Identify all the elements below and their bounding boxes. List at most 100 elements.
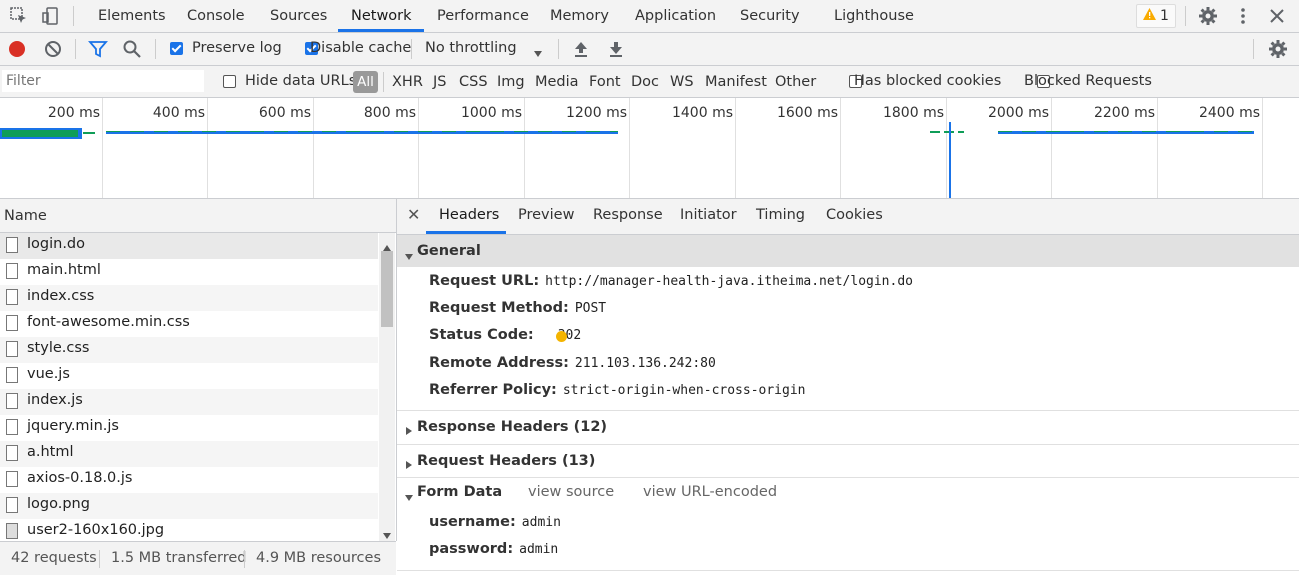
timeline-overview[interactable]: 200 ms 400 ms 600 ms 800 ms 1000 ms 1200…: [0, 98, 1299, 199]
request-row[interactable]: index.css: [0, 285, 378, 311]
timeline-tick-label: 800 ms: [363, 105, 416, 121]
record-icon[interactable]: [9, 41, 25, 57]
request-row[interactable]: axios-0.18.0.js: [0, 467, 378, 493]
resources-size: 4.9 MB resources: [256, 550, 382, 566]
request-row[interactable]: vue.js: [0, 363, 378, 389]
filter-doc[interactable]: Doc: [631, 74, 659, 90]
tab-sources[interactable]: Sources: [270, 0, 327, 32]
preserve-log-label: Preserve log: [192, 40, 282, 56]
filter-all-button[interactable]: All: [353, 71, 378, 93]
tab-console[interactable]: Console: [187, 0, 245, 32]
details-tab-timing[interactable]: Timing: [756, 207, 805, 223]
status-dot-icon: [556, 331, 567, 342]
filter-other[interactable]: Other: [775, 74, 816, 90]
warning-count: 1: [1160, 8, 1169, 24]
filter-icon[interactable]: [88, 39, 108, 59]
divider: [73, 6, 74, 26]
preserve-log-checkbox[interactable]: [170, 42, 183, 55]
timeline-request-bar: [2, 130, 78, 137]
form-data-section-header[interactable]: Form Data view source view URL-encoded: [397, 478, 1299, 508]
network-toolbar: Preserve log Disable cache No throttling: [0, 33, 1299, 66]
filter-js[interactable]: JS: [433, 74, 446, 90]
general-section-header[interactable]: General: [397, 235, 1299, 267]
tab-elements[interactable]: Elements: [98, 0, 166, 32]
document-file-icon: [6, 419, 18, 435]
request-headers-section-header[interactable]: Request Headers (13): [397, 445, 1299, 477]
divider: [155, 39, 156, 59]
tab-performance[interactable]: Performance: [437, 0, 529, 32]
tab-application[interactable]: Application: [635, 0, 716, 32]
dropdown-arrow-icon[interactable]: [534, 45, 542, 61]
request-url-row: Request URL: http://manager-health-java.i…: [429, 273, 913, 289]
tab-network[interactable]: Network: [351, 0, 412, 32]
general-section-title: General: [417, 243, 481, 259]
details-tab-headers[interactable]: Headers: [439, 207, 499, 223]
divider: [1185, 6, 1186, 26]
inspect-element-icon[interactable]: [9, 6, 29, 26]
details-tab-response[interactable]: Response: [593, 207, 663, 223]
request-method-row: Request Method: POST: [429, 300, 606, 316]
timeline-tick-label: 2400 ms: [1198, 105, 1260, 121]
active-tab-indicator: [338, 29, 424, 32]
tab-lighthouse[interactable]: Lighthouse: [834, 0, 914, 32]
remote-address-label: Remote Address:: [429, 355, 569, 371]
request-row[interactable]: index.js: [0, 389, 378, 415]
details-tab-bar: ✕ Headers Preview Response Initiator Tim…: [397, 199, 1299, 235]
filter-font[interactable]: Font: [589, 74, 621, 90]
export-har-icon[interactable]: [607, 39, 625, 59]
throttling-select[interactable]: No throttling: [425, 40, 517, 56]
request-row[interactable]: logo.png: [0, 493, 378, 519]
name-column-header[interactable]: Name: [0, 199, 396, 233]
filter-input[interactable]: [2, 70, 204, 92]
timeline-request-bar: [83, 132, 95, 134]
timeline-dom-marker: [949, 122, 951, 198]
request-row[interactable]: login.do: [0, 233, 378, 259]
scrollbar-thumb[interactable]: [381, 251, 393, 327]
request-name: login.do: [27, 236, 86, 252]
divider: [1253, 39, 1254, 59]
response-headers-section-header[interactable]: Response Headers (12): [397, 411, 1299, 444]
settings-gear-icon[interactable]: [1198, 6, 1218, 26]
search-icon[interactable]: [122, 39, 142, 59]
request-row[interactable]: style.css: [0, 337, 378, 363]
divider: [75, 39, 76, 59]
view-url-encoded-link[interactable]: view URL-encoded: [643, 484, 777, 500]
details-tab-initiator[interactable]: Initiator: [680, 207, 737, 223]
view-source-link[interactable]: view source: [528, 484, 614, 500]
request-row[interactable]: a.html: [0, 441, 378, 467]
details-tab-preview[interactable]: Preview: [518, 207, 574, 223]
divider: [411, 39, 412, 59]
more-options-icon[interactable]: [1233, 6, 1253, 26]
device-toolbar-icon[interactable]: [41, 6, 61, 26]
request-details-panel: ✕ Headers Preview Response Initiator Tim…: [397, 199, 1299, 574]
timeline-tick-label: 1800 ms: [882, 105, 944, 121]
request-row[interactable]: font-awesome.min.css: [0, 311, 378, 337]
close-devtools-icon[interactable]: [1267, 6, 1287, 26]
document-file-icon: [6, 471, 18, 487]
close-details-icon[interactable]: ✕: [407, 205, 420, 224]
filter-media[interactable]: Media: [535, 74, 579, 90]
network-settings-gear-icon[interactable]: [1268, 39, 1288, 59]
filter-ws[interactable]: WS: [670, 74, 694, 90]
timeline-request-bar: [998, 131, 1254, 132]
filter-img[interactable]: Img: [497, 74, 525, 90]
tab-memory[interactable]: Memory: [550, 0, 609, 32]
details-tab-cookies[interactable]: Cookies: [826, 207, 883, 223]
clear-icon[interactable]: [43, 39, 63, 59]
referrer-policy-value: strict-origin-when-cross-origin: [562, 383, 806, 398]
tab-security[interactable]: Security: [740, 0, 800, 32]
network-status-bar: 42 requests 1.5 MB transferred 4.9 MB re…: [0, 541, 396, 575]
import-har-icon[interactable]: [572, 39, 590, 59]
request-row[interactable]: user2-160x160.jpg: [0, 519, 378, 541]
warning-counter[interactable]: 1: [1136, 4, 1176, 28]
filter-xhr[interactable]: XHR: [392, 74, 423, 90]
document-file-icon: [6, 367, 18, 383]
timeline-gridline: [102, 98, 103, 198]
filter-css[interactable]: CSS: [459, 74, 488, 90]
request-row[interactable]: main.html: [0, 259, 378, 285]
divider: [383, 72, 384, 92]
hide-data-urls-checkbox[interactable]: [223, 75, 236, 88]
request-list-scrollbar[interactable]: [379, 233, 395, 541]
request-row[interactable]: jquery.min.js: [0, 415, 378, 441]
filter-manifest[interactable]: Manifest: [705, 74, 767, 90]
